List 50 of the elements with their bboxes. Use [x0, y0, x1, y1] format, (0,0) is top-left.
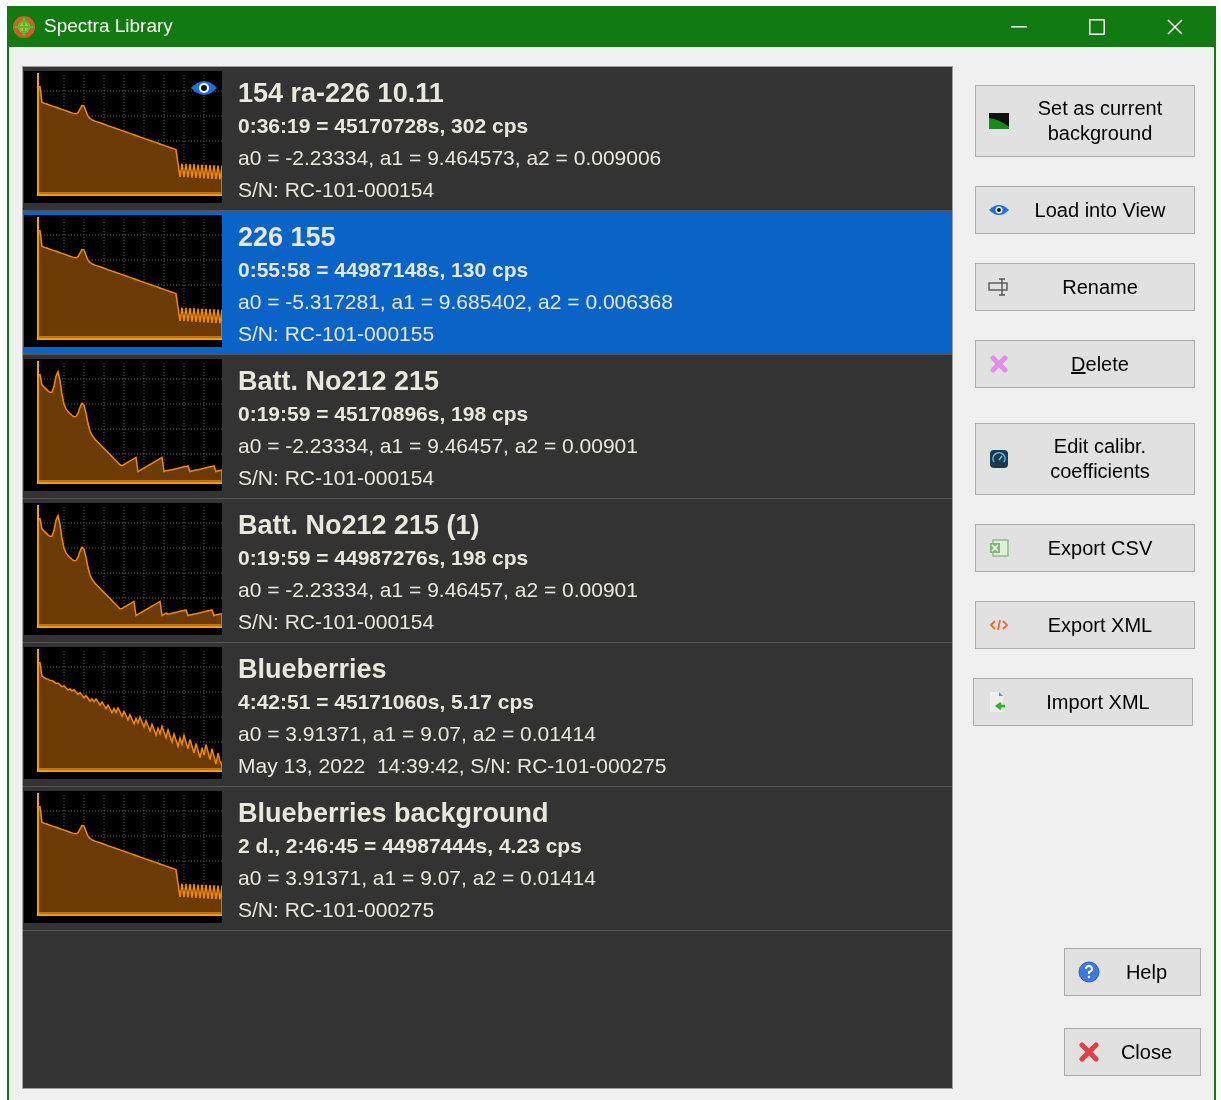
- action-button[interactable]: Export XML: [975, 601, 1195, 649]
- spectrum-duration: 0:55:58 = 44987148s, 130 cps: [238, 257, 530, 283]
- spectrum-name: Batt. No212 215 (1): [238, 509, 481, 542]
- action-button[interactable]: Import XML: [973, 678, 1193, 726]
- gauge-icon: [989, 449, 1009, 469]
- text-cursor-icon: [988, 278, 1010, 296]
- dialog-button[interactable]: Close: [1064, 1028, 1201, 1076]
- action-button[interactable]: Export CSV: [975, 524, 1195, 572]
- action-button[interactable]: Rename: [975, 263, 1195, 311]
- action-button[interactable]: Set as current background: [975, 85, 1195, 157]
- spectrum-duration: 4:42:51 = 45171060s, 5.17 cps: [238, 689, 535, 715]
- calibration-text: a0 = -5.317281, a1 = 9.685402, a2 = 0.006368: [238, 289, 673, 315]
- curve-icon: [989, 113, 1009, 129]
- serial-number: S/N: RC-101-000154: [238, 177, 436, 203]
- eye-icon: [989, 204, 1009, 216]
- spectrum-duration: 0:19:59 = 45170896s, 198 cps: [238, 401, 530, 427]
- cross-icon: [990, 355, 1008, 373]
- serial-number: S/N: RC-101-000155: [238, 321, 436, 347]
- spectrum-name: Batt. No212 215: [238, 365, 441, 398]
- code-icon: [989, 618, 1009, 632]
- serial-number: May 13, 2022 14:39:42, S/N: RC-101-000275: [238, 753, 667, 779]
- spectrum-name: Blueberries: [238, 653, 388, 686]
- app-logo-icon: [12, 14, 36, 39]
- spectrum-name: 154 ra-226 10.11: [238, 77, 445, 110]
- spectrum-name: Blueberries background: [238, 797, 550, 830]
- spreadsheet-icon: [989, 538, 1009, 558]
- calibration-text: a0 = -2.23334, a1 = 9.46457, a2 = 0.00901: [238, 577, 638, 603]
- help-icon: [1078, 961, 1100, 983]
- calibration-text: a0 = 3.91371, a1 = 9.07, a2 = 0.01414: [238, 865, 596, 891]
- calibration-text: a0 = -2.23334, a1 = 9.464573, a2 = 0.009006: [238, 145, 662, 171]
- close-icon: [1167, 18, 1183, 35]
- spectrum-duration: 0:36:19 = 45170728s, 302 cps: [238, 113, 530, 139]
- action-button[interactable]: Edit calibr. coefficients: [975, 423, 1195, 495]
- serial-number: S/N: RC-101-000154: [238, 465, 436, 491]
- dialog-button[interactable]: Help: [1064, 948, 1201, 996]
- window-title: Spectra Library: [44, 14, 173, 39]
- serial-number: S/N: RC-101-000154: [238, 609, 436, 635]
- action-button[interactable]: Delete: [975, 340, 1195, 388]
- spectrum-row[interactable]: 226 155 0:55:58 = 44987148s, 130 cps a0 = -5.317281, a1 = 9.685402, a2 = 0.006368 S/N: RC-101-000155: [23, 211, 952, 355]
- spectrum-duration: 2 d., 2:46:45 = 44987444s, 4.23 cps: [238, 833, 583, 859]
- spectrum-name: 226 155: [238, 221, 337, 254]
- action-button[interactable]: Load into View: [975, 186, 1195, 234]
- file-import-icon: [987, 691, 1007, 713]
- spectrum-duration: 0:19:59 = 44987276s, 198 cps: [238, 545, 530, 571]
- calibration-text: a0 = 3.91371, a1 = 9.07, a2 = 0.01414: [238, 721, 597, 747]
- close-icon: [1079, 1042, 1099, 1062]
- serial-number: S/N: RC-101-000275: [238, 897, 436, 923]
- maximize-icon: [1089, 18, 1105, 35]
- minimize-icon: [1011, 25, 1027, 28]
- calibration-text: a0 = -2.23334, a1 = 9.46457, a2 = 0.00901: [238, 433, 638, 459]
